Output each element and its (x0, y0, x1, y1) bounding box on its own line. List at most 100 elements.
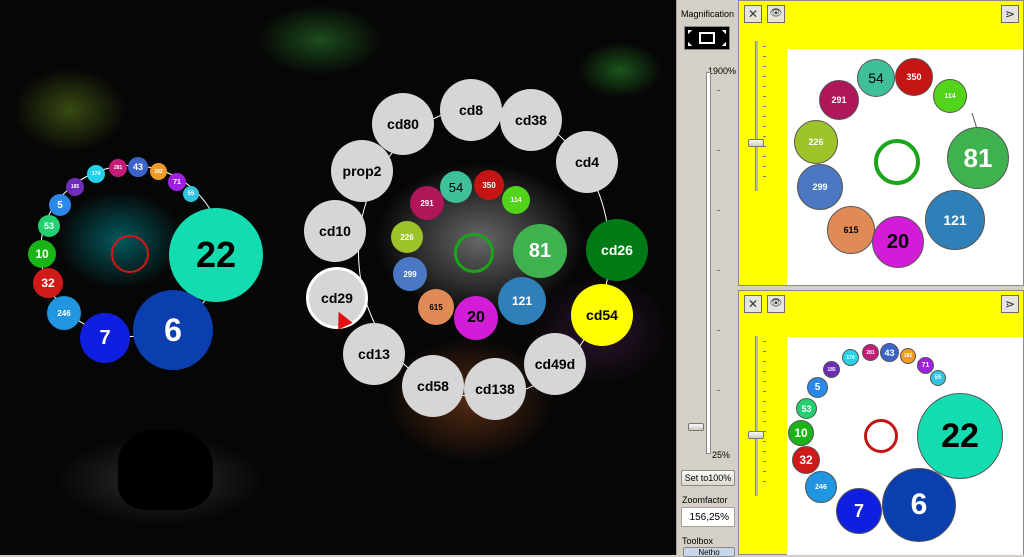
inner-circle-350[interactable]: 350 (474, 170, 504, 200)
panel-circle-7[interactable]: 7 (836, 488, 882, 534)
marker-circle-cd54[interactable]: cd54 (571, 284, 633, 346)
left-circle-7[interactable]: 7 (80, 313, 130, 363)
fit-to-window-button[interactable] (684, 26, 730, 50)
panel-slider-thumb[interactable] (748, 139, 764, 147)
inner-circle-20[interactable]: 20 (454, 296, 498, 340)
magnification-label: Magnification (681, 9, 735, 19)
panel-circle-182[interactable]: 182 (900, 348, 916, 364)
cluster-panel-bottom: ✕ 👁 ⋗ 22 6 7 246 32 10 53 5 185 174 281 … (738, 290, 1024, 555)
inner-circle-226[interactable]: 226 (391, 221, 423, 253)
magnification-sidebar: Magnification 1900% 25% Set to100% Zoomf… (676, 0, 739, 557)
left-circle-5[interactable]: 5 (49, 194, 71, 216)
magnification-max-label: 1900% (708, 66, 737, 76)
magnification-slider-thumb[interactable] (688, 423, 704, 431)
left-circle-22[interactable]: 22 (169, 208, 263, 302)
close-icon[interactable]: ✕ (744, 5, 762, 23)
panel-slider-track[interactable] (755, 41, 758, 191)
microscopy-view[interactable]: cd8 cd80 cd38 cd4 prop2 cd10 cd26 cd29 c… (0, 0, 676, 555)
magnification-slider-track[interactable] (706, 72, 711, 454)
left-circle-174[interactable]: 174 (87, 165, 105, 183)
marker-circle-cd13[interactable]: cd13 (343, 323, 405, 385)
left-circle-10[interactable]: 10 (28, 240, 56, 268)
inner-circle-54[interactable]: 54 (440, 171, 472, 203)
marker-circle-cd138[interactable]: cd138 (464, 358, 526, 420)
magnification-min-label: 25% (712, 450, 731, 460)
cluster-panel-top: ✕ 👁 ⋗ 54 350 291 114 226 81 299 615 121 … (738, 0, 1024, 286)
eye-icon[interactable]: 👁 (767, 295, 785, 313)
panel-circle-226[interactable]: 226 (794, 120, 838, 164)
cluster-canvas-bottom[interactable]: 22 6 7 246 32 10 53 5 185 174 281 43 182… (787, 337, 1023, 555)
panel-circle-121[interactable]: 121 (925, 190, 985, 250)
inner-circle-299[interactable]: 299 (393, 257, 427, 291)
panel-slider-track[interactable] (755, 336, 758, 496)
panel-circle-10[interactable]: 10 (788, 420, 814, 446)
left-circle-281[interactable]: 281 (109, 159, 127, 177)
marker-circle-cd10[interactable]: cd10 (304, 200, 366, 262)
panel-circle-22[interactable]: 22 (917, 393, 1003, 479)
panel-circle-291[interactable]: 291 (819, 80, 859, 120)
panel-selection-ring-top[interactable] (874, 139, 920, 185)
panel-selection-ring-bottom[interactable] (864, 419, 898, 453)
marker-circle-cd49d[interactable]: cd49d (524, 333, 586, 395)
panel-slider-ticks (763, 341, 766, 491)
marker-circle-cd38[interactable]: cd38 (500, 89, 562, 151)
left-circle-43[interactable]: 43 (128, 157, 148, 177)
next-icon[interactable]: ⋗ (1001, 5, 1019, 23)
inner-circle-121[interactable]: 121 (498, 277, 546, 325)
selection-ring-left[interactable] (111, 235, 149, 273)
inner-circle-114[interactable]: 114 (502, 186, 530, 214)
panel-circle-246[interactable]: 246 (805, 471, 837, 503)
left-circle-182[interactable]: 182 (150, 163, 167, 180)
panel-circle-299[interactable]: 299 (797, 164, 843, 210)
marker-circle-cd26[interactable]: cd26 (586, 219, 648, 281)
slider-tick (717, 150, 720, 151)
toolbox-label: Toolbox (682, 536, 714, 546)
zoomfactor-field[interactable]: 156,25% (681, 507, 735, 527)
panel-circle-114[interactable]: 114 (933, 79, 967, 113)
left-circle-71[interactable]: 71 (168, 173, 186, 191)
tissue-void (118, 430, 213, 510)
panel-circle-54[interactable]: 54 (857, 59, 895, 97)
marker-circle-prop2[interactable]: prop2 (331, 140, 393, 202)
marker-circle-cd4[interactable]: cd4 (556, 131, 618, 193)
left-circle-246[interactable]: 246 (47, 296, 81, 330)
left-circle-6[interactable]: 6 (133, 290, 213, 370)
toolbox-tab[interactable]: Netho (683, 547, 735, 557)
close-icon[interactable]: ✕ (744, 295, 762, 313)
slider-tick (717, 330, 720, 331)
panel-circle-53[interactable]: 53 (796, 398, 817, 419)
marker-circle-cd8[interactable]: cd8 (440, 79, 502, 141)
eye-icon[interactable]: 👁 (767, 5, 785, 23)
zoomfactor-label: Zoomfactor (682, 495, 728, 505)
cluster-canvas-top[interactable]: 54 350 291 114 226 81 299 615 121 20 (787, 49, 1023, 285)
slider-tick (717, 270, 720, 271)
set-to-100-button[interactable]: Set to100% (681, 470, 735, 486)
panel-circle-350[interactable]: 350 (895, 58, 933, 96)
slider-tick (717, 390, 720, 391)
panel-circle-55[interactable]: 55 (930, 370, 946, 386)
panel-circle-43[interactable]: 43 (880, 343, 899, 362)
panel-circle-281[interactable]: 281 (862, 344, 879, 361)
panel-circle-81[interactable]: 81 (947, 127, 1009, 189)
next-icon[interactable]: ⋗ (1001, 295, 1019, 313)
panel-circle-615[interactable]: 615 (827, 206, 875, 254)
panel-circle-185[interactable]: 185 (823, 361, 840, 378)
inner-circle-615[interactable]: 615 (418, 289, 454, 325)
panel-circle-174[interactable]: 174 (842, 349, 859, 366)
slider-tick (717, 210, 720, 211)
panel-circle-20[interactable]: 20 (872, 216, 924, 268)
inner-circle-291[interactable]: 291 (410, 186, 444, 220)
panel-slider-ticks (763, 46, 766, 186)
panel-slider-thumb[interactable] (748, 431, 764, 439)
panel-circle-6[interactable]: 6 (882, 468, 956, 542)
marker-circle-cd80[interactable]: cd80 (372, 93, 434, 155)
panel-circle-32[interactable]: 32 (792, 446, 820, 474)
left-circle-185[interactable]: 185 (66, 178, 84, 196)
inner-circle-81[interactable]: 81 (513, 224, 567, 278)
selection-ring-right[interactable] (454, 233, 494, 273)
left-circle-55[interactable]: 55 (183, 186, 199, 202)
left-circle-32[interactable]: 32 (33, 268, 63, 298)
left-circle-53[interactable]: 53 (38, 215, 60, 237)
marker-circle-cd58[interactable]: cd58 (402, 355, 464, 417)
panel-circle-5[interactable]: 5 (807, 377, 828, 398)
